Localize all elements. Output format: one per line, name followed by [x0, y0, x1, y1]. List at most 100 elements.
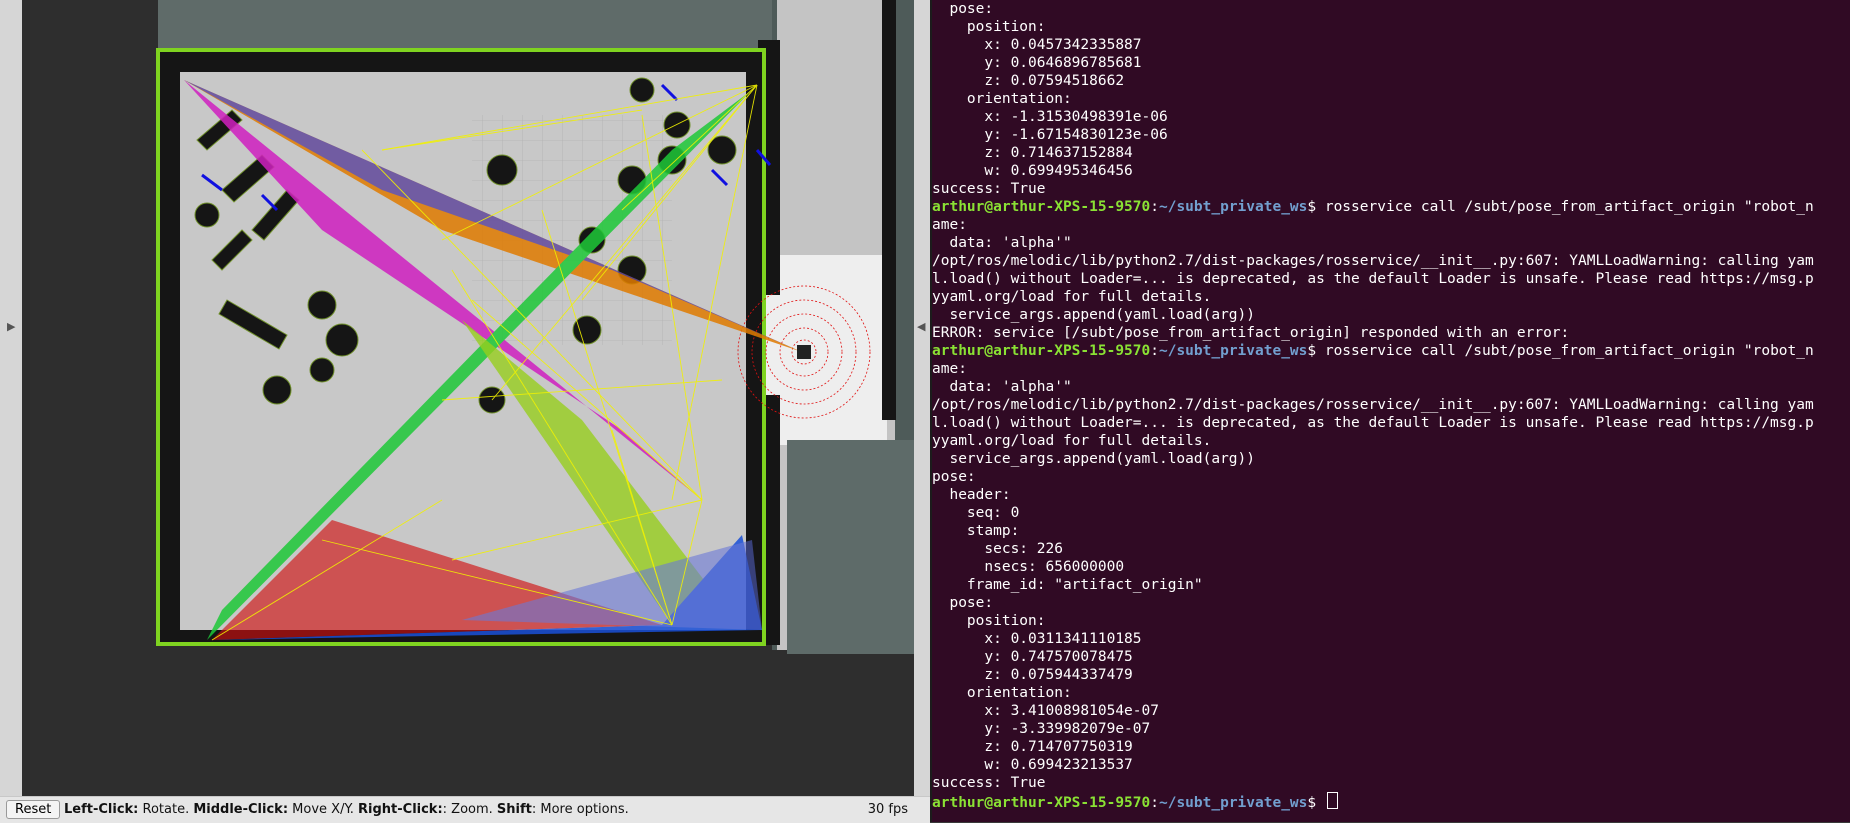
terminal-line: x: -1.31530498391e-06 — [932, 108, 1814, 126]
terminal-line-text: l.load() without Loader=... is deprecate… — [932, 415, 1814, 431]
terminal-line-text: z: 0.714707750319 — [932, 739, 1133, 755]
help-key: Right-Click: — [358, 802, 443, 817]
terminal-line-text: x: 0.0311341110185 — [932, 631, 1142, 647]
left-panel-collapse-handle[interactable]: ▶ — [0, 0, 23, 822]
terminal-line-text: secs: 226 — [932, 541, 1063, 557]
terminal-line: header: — [932, 486, 1814, 504]
terminal-line-text: /opt/ros/melodic/lib/python2.7/dist-pack… — [932, 253, 1814, 269]
terminal-line: success: True — [932, 774, 1814, 792]
terminal-line-text: success: True — [932, 181, 1046, 197]
terminal-line-text: z: 0.714637152884 — [932, 145, 1133, 161]
prompt-user: arthur@arthur-XPS-15-9570 — [932, 343, 1151, 359]
terminal-line-text: data: 'alpha'" — [932, 379, 1072, 395]
terminal-window[interactable]: pose: position: x: 0.0457342335887 y: 0.… — [932, 0, 1850, 822]
terminal-line: y: 0.747570078475 — [932, 648, 1814, 666]
terminal-line-text: l.load() without Loader=... is deprecate… — [932, 271, 1814, 287]
terminal-line: yyaml.org/load for full details. — [932, 432, 1814, 450]
terminal-line: pose: — [932, 468, 1814, 486]
terminal-line-text: x: 0.0457342335887 — [932, 37, 1142, 53]
terminal-line: pose: — [932, 594, 1814, 612]
help-desc: Move X/Y. — [288, 802, 359, 817]
terminal-line-text: ame: — [932, 217, 967, 233]
terminal-line: service_args.append(yaml.load(arg)) — [932, 450, 1814, 468]
terminal-line-text: position: — [932, 19, 1046, 35]
terminal-line-text: z: 0.07594518662 — [932, 73, 1125, 89]
terminal-line: w: 0.699423213537 — [932, 756, 1814, 774]
help-desc: : More options. — [531, 802, 629, 817]
collapse-right-arrow-icon[interactable]: ◀ — [917, 320, 925, 333]
terminal-line: /opt/ros/melodic/lib/python2.7/dist-pack… — [932, 252, 1814, 270]
terminal-line-text: data: 'alpha'" — [932, 235, 1072, 251]
terminal-line-text: w: 0.699423213537 — [932, 757, 1133, 773]
status-bar: Reset Left-Click: Rotate. Middle-Click: … — [0, 796, 930, 823]
terminal-line: y: -1.67154830123e-06 — [932, 126, 1814, 144]
help-desc: Rotate. — [138, 802, 194, 817]
prompt-path: ~/subt_private_ws — [1158, 795, 1308, 811]
mouse-help-text: Left-Click: Rotate. Middle-Click: Move X… — [64, 802, 629, 817]
terminal-line-text: /opt/ros/melodic/lib/python2.7/dist-pack… — [932, 397, 1814, 413]
terminal-line-text: service_args.append(yaml.load(arg)) — [932, 451, 1256, 467]
terminal-line-text: service_args.append(yaml.load(arg)) — [932, 307, 1256, 323]
terminal-line: position: — [932, 612, 1814, 630]
terminal-line: z: 0.714637152884 — [932, 144, 1814, 162]
prompt-separator: : — [1150, 343, 1159, 359]
terminal-line-text: position: — [932, 613, 1046, 629]
terminal-line-text: yyaml.org/load for full details. — [932, 433, 1212, 449]
map-unknown-bottom — [787, 440, 914, 654]
expand-left-arrow-icon[interactable]: ▶ — [7, 320, 15, 333]
right-panel-collapse-handle[interactable]: ◀ — [914, 0, 930, 800]
terminal-line: z: 0.714707750319 — [932, 738, 1814, 756]
help-key: Middle-Click: — [193, 802, 289, 817]
terminal-line: frame_id: "artifact_origin" — [932, 576, 1814, 594]
terminal-line: x: 3.41008981054e-07 — [932, 702, 1814, 720]
terminal-line-text: ame: — [932, 361, 967, 377]
prompt-separator: : — [1150, 795, 1159, 811]
terminal-line-text: nsecs: 656000000 — [932, 559, 1125, 575]
help-key: Left-Click: — [64, 802, 139, 817]
terminal-line-text: header: — [932, 487, 1011, 503]
terminal-line: ame: — [932, 216, 1814, 234]
terminal-line-text: $ rosservice call /subt/pose_from_artifa… — [1307, 199, 1814, 215]
fps-counter: 30 fps — [867, 802, 908, 817]
terminal-prompt-line: arthur@arthur-XPS-15-9570:~/subt_private… — [932, 342, 1814, 360]
terminal-line-text: yyaml.org/load for full details. — [932, 289, 1212, 305]
reset-button[interactable]: Reset — [6, 800, 61, 819]
terminal-line-text: pose: — [932, 469, 976, 485]
terminal-line: pose: — [932, 0, 1814, 18]
terminal-line-text: $ — [1307, 795, 1325, 811]
terminal-line-text: orientation: — [932, 685, 1072, 701]
prompt-separator: : — [1150, 199, 1159, 215]
terminal-line-text: y: 0.0646896785681 — [932, 55, 1142, 71]
terminal-line: l.load() without Loader=... is deprecate… — [932, 270, 1814, 288]
terminal-line: /opt/ros/melodic/lib/python2.7/dist-pack… — [932, 396, 1814, 414]
terminal-line-text: seq: 0 — [932, 505, 1020, 521]
terminal-line-text: stamp: — [932, 523, 1020, 539]
terminal-line: service_args.append(yaml.load(arg)) — [932, 306, 1814, 324]
terminal-line: orientation: — [932, 90, 1814, 108]
terminal-prompt-line: arthur@arthur-XPS-15-9570:~/subt_private… — [932, 198, 1814, 216]
help-key: Shift — [496, 802, 532, 817]
terminal-line: ERROR: service [/subt/pose_from_artifact… — [932, 324, 1814, 342]
terminal-line-text: frame_id: "artifact_origin" — [932, 577, 1203, 593]
terminal-line: y: 0.0646896785681 — [932, 54, 1814, 72]
terminal-line: orientation: — [932, 684, 1814, 702]
terminal-line: nsecs: 656000000 — [932, 558, 1814, 576]
terminal-line-text: x: -1.31530498391e-06 — [932, 109, 1168, 125]
map-scene[interactable] — [22, 0, 914, 796]
terminal-line: data: 'alpha'" — [932, 234, 1814, 252]
terminal-line: seq: 0 — [932, 504, 1814, 522]
terminal-line: l.load() without Loader=... is deprecate… — [932, 414, 1814, 432]
terminal-line-text: y: 0.747570078475 — [932, 649, 1133, 665]
prompt-path: ~/subt_private_ws — [1158, 199, 1308, 215]
terminal-line-text: orientation: — [932, 91, 1072, 107]
terminal-line: z: 0.075944337479 — [932, 666, 1814, 684]
terminal-line-text: pose: — [932, 595, 994, 611]
terminal-line: position: — [932, 18, 1814, 36]
prompt-user: arthur@arthur-XPS-15-9570 — [932, 199, 1151, 215]
3d-viewport[interactable] — [22, 0, 914, 796]
terminal-line-text: y: -3.339982079e-07 — [932, 721, 1151, 737]
terminal-line: z: 0.07594518662 — [932, 72, 1814, 90]
terminal-line: ame: — [932, 360, 1814, 378]
terminal-line: w: 0.699495346456 — [932, 162, 1814, 180]
terminal-line-text: y: -1.67154830123e-06 — [932, 127, 1168, 143]
